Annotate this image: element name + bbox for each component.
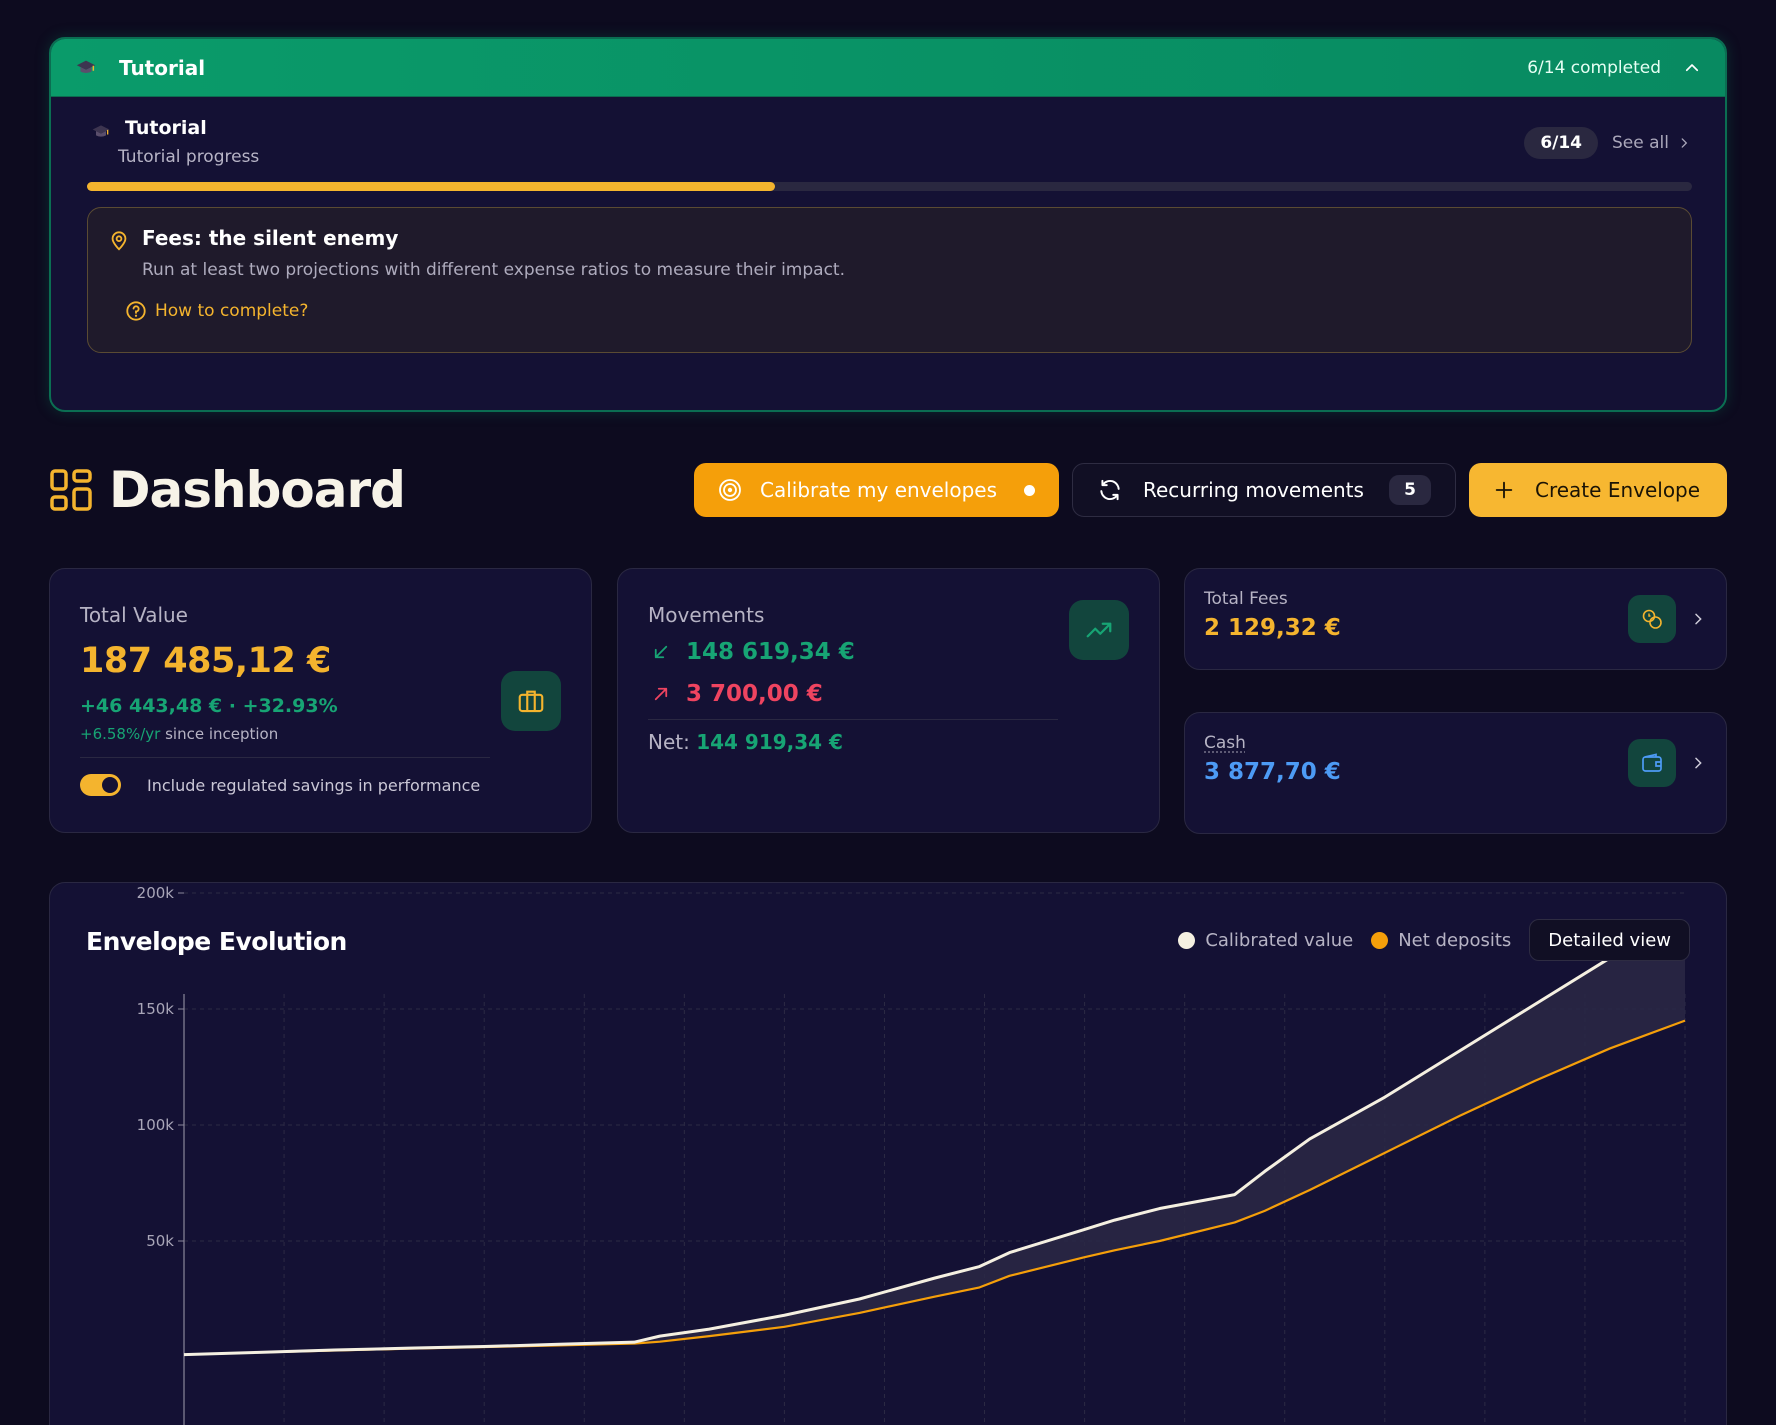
- wallet-icon: [1640, 751, 1664, 775]
- movements-card: Movements 148 619,34 € 3 700,00 € Net: 1…: [617, 568, 1160, 833]
- chart-title: Envelope Evolution: [86, 927, 347, 956]
- tutorial-header-status: 6/14 completed: [1527, 58, 1661, 78]
- recurring-count-badge: 5: [1389, 475, 1431, 505]
- refresh-icon: [1097, 477, 1123, 503]
- chevron-up-icon[interactable]: [1683, 59, 1701, 77]
- graduation-cap-icon: [91, 122, 111, 142]
- coins-icon: [1640, 607, 1664, 631]
- dashboard-grid-icon: [49, 468, 93, 512]
- arrow-down-left-icon: [652, 643, 670, 661]
- graduation-cap-icon: [75, 57, 97, 79]
- series-gap-area: [184, 922, 1685, 1355]
- regulated-savings-toggle[interactable]: [80, 774, 121, 796]
- outflow-row: 3 700,00 €: [648, 681, 1129, 707]
- y-tick-label: 200k: [137, 884, 175, 902]
- create-envelope-label: Create Envelope: [1535, 478, 1700, 502]
- tutorial-progress-fill: [87, 182, 775, 191]
- total-value-card: Total Value 187 485,12 € +46 443,48 € · …: [49, 568, 592, 833]
- chevron-right-icon[interactable]: [1690, 611, 1706, 627]
- task-title: Fees: the silent enemy: [142, 226, 1661, 250]
- total-fees-card[interactable]: Total Fees 2 129,32 €: [1184, 568, 1727, 670]
- tutorial-panel: Tutorial 6/14 completed Tutorial Tutoria…: [49, 37, 1727, 412]
- divider: [648, 719, 1058, 720]
- inflow-amount: 148 619,34 €: [686, 639, 855, 665]
- legend-deposits-swatch: [1371, 932, 1388, 949]
- outflow-amount: 3 700,00 €: [686, 681, 823, 707]
- total-value-label: Total Value: [80, 603, 561, 627]
- task-description: Run at least two projections with differ…: [142, 260, 1661, 280]
- legend-deposits[interactable]: Net deposits: [1371, 930, 1511, 951]
- net-row: Net: 144 919,34 €: [648, 730, 1129, 754]
- dashboard-header: Dashboard Calibrate my envelopes Recurri…: [49, 460, 1727, 520]
- tutorial-header[interactable]: Tutorial 6/14 completed: [51, 39, 1725, 97]
- recurring-movements-button[interactable]: Recurring movements 5: [1072, 463, 1456, 517]
- inflow-row: 148 619,34 €: [648, 639, 1129, 665]
- y-tick-label: 100k: [137, 1116, 175, 1134]
- annual-rate-line: +6.58%/yr since inception: [80, 725, 561, 743]
- legend-deposits-label: Net deposits: [1398, 930, 1511, 951]
- net-label: Net:: [648, 730, 696, 754]
- see-all-link[interactable]: See all: [1612, 127, 1691, 159]
- plus-icon: [1493, 479, 1515, 501]
- arrow-up-right-icon: [652, 685, 670, 703]
- tutorial-title: Tutorial: [125, 117, 259, 139]
- how-to-complete-link[interactable]: How to complete?: [125, 300, 1661, 322]
- regulated-savings-label: Include regulated savings in performance: [147, 776, 480, 795]
- envelope-evolution-card: 200k 150k 100k 50k Envelope Evolution Calib…: [49, 882, 1727, 1425]
- envelope-evolution-chart: 200k 150k 100k 50k: [50, 883, 1726, 1425]
- total-value-gain: +46 443,48 € · +32.93%: [80, 695, 561, 717]
- y-tick-label: 50k: [146, 1232, 174, 1250]
- legend-calibrated[interactable]: Calibrated value: [1178, 930, 1353, 951]
- how-to-complete-label: How to complete?: [155, 301, 308, 321]
- page-title: Dashboard: [109, 461, 405, 519]
- tutorial-count-badge: 6/14: [1524, 127, 1598, 159]
- y-tick-label: 150k: [137, 1000, 175, 1018]
- notification-dot: [1024, 485, 1035, 496]
- help-circle-icon: [125, 300, 147, 322]
- annual-rate: +6.58%/yr: [80, 725, 160, 743]
- trending-up-icon: [1084, 615, 1114, 645]
- create-envelope-button[interactable]: Create Envelope: [1469, 463, 1727, 517]
- total-value-amount: 187 485,12 €: [80, 641, 561, 681]
- tutorial-progress-bar: [87, 182, 1692, 191]
- detailed-view-button[interactable]: Detailed view: [1529, 919, 1690, 961]
- chart-legend: Calibrated value Net deposits Detailed v…: [1178, 919, 1690, 961]
- tutorial-subtitle: Tutorial progress: [118, 147, 259, 167]
- movements-label: Movements: [648, 603, 1129, 627]
- chevron-right-icon: [1677, 136, 1691, 150]
- calibrate-envelopes-label: Calibrate my envelopes: [760, 478, 997, 502]
- net-amount: 144 919,34 €: [696, 730, 843, 754]
- legend-calibrated-swatch: [1178, 932, 1195, 949]
- since-inception-label: since inception: [160, 725, 278, 743]
- recurring-movements-label: Recurring movements: [1143, 478, 1364, 502]
- cash-card[interactable]: Cash 3 877,70 €: [1184, 712, 1727, 834]
- see-all-label: See all: [1612, 133, 1669, 153]
- briefcase-icon: [516, 686, 546, 716]
- map-pin-icon: [108, 230, 130, 252]
- tutorial-task-card: Fees: the silent enemy Run at least two …: [87, 207, 1692, 353]
- divider: [80, 757, 490, 758]
- trending-up-tile: [1069, 600, 1129, 660]
- tutorial-header-title: Tutorial: [119, 56, 205, 80]
- target-icon: [718, 478, 742, 502]
- coins-tile: [1628, 595, 1676, 643]
- regulated-savings-row: Include regulated savings in performance: [80, 774, 561, 796]
- tutorial-body: Tutorial Tutorial progress 6/14 See all …: [51, 97, 1725, 353]
- calibrate-envelopes-button[interactable]: Calibrate my envelopes: [694, 463, 1059, 517]
- briefcase-tile: [501, 671, 561, 731]
- legend-calibrated-label: Calibrated value: [1205, 930, 1353, 951]
- chevron-right-icon[interactable]: [1690, 755, 1706, 771]
- wallet-tile: [1628, 739, 1676, 787]
